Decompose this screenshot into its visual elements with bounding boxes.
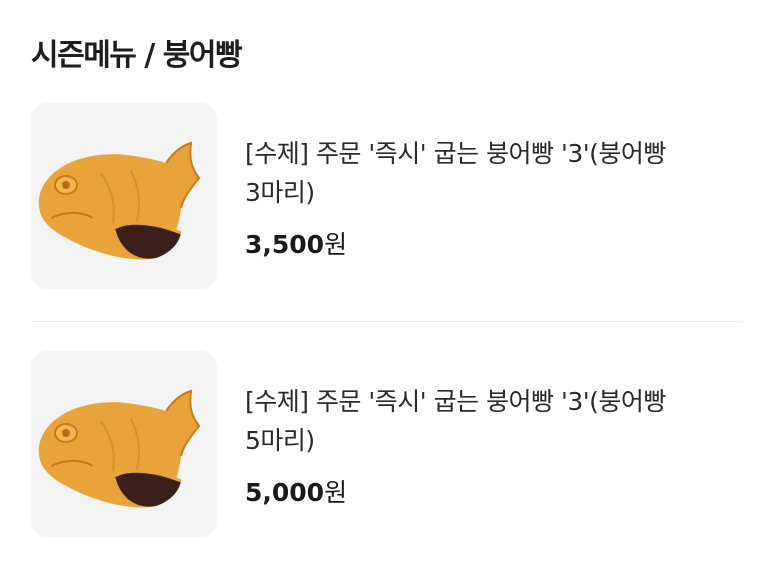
product-name-line2: 3마리) xyxy=(245,178,315,207)
product-name[interactable]: [수제] 주문 '즉시' 굽는 붕어빵 '3'(붕어빵 5마리) xyxy=(245,382,745,460)
price-unit: 원 xyxy=(324,478,348,507)
section-title: 시즌메뉴 / 붕어빵 xyxy=(31,38,243,73)
item-divider xyxy=(31,321,743,322)
product-name-line1: [수제] 주문 '즉시' 굽는 붕어빵 '3'(붕어빵 xyxy=(245,387,666,416)
price-value: 5,000 xyxy=(245,478,325,507)
fish-bread-icon xyxy=(38,389,201,508)
product-thumbnail[interactable] xyxy=(31,351,217,537)
price-unit: 원 xyxy=(324,230,348,259)
product-name[interactable]: [수제] 주문 '즉시' 굽는 붕어빵 '3'(붕어빵 3마리) xyxy=(245,134,745,212)
product-name-line1: [수제] 주문 '즉시' 굽는 붕어빵 '3'(붕어빵 xyxy=(245,139,666,168)
product-price: 5,000원 xyxy=(245,473,347,509)
product-price: 3,500원 xyxy=(245,225,347,261)
price-value: 3,500 xyxy=(245,230,325,259)
fish-bread-icon xyxy=(38,141,201,260)
product-thumbnail[interactable] xyxy=(31,103,217,289)
product-name-line2: 5마리) xyxy=(245,426,315,455)
